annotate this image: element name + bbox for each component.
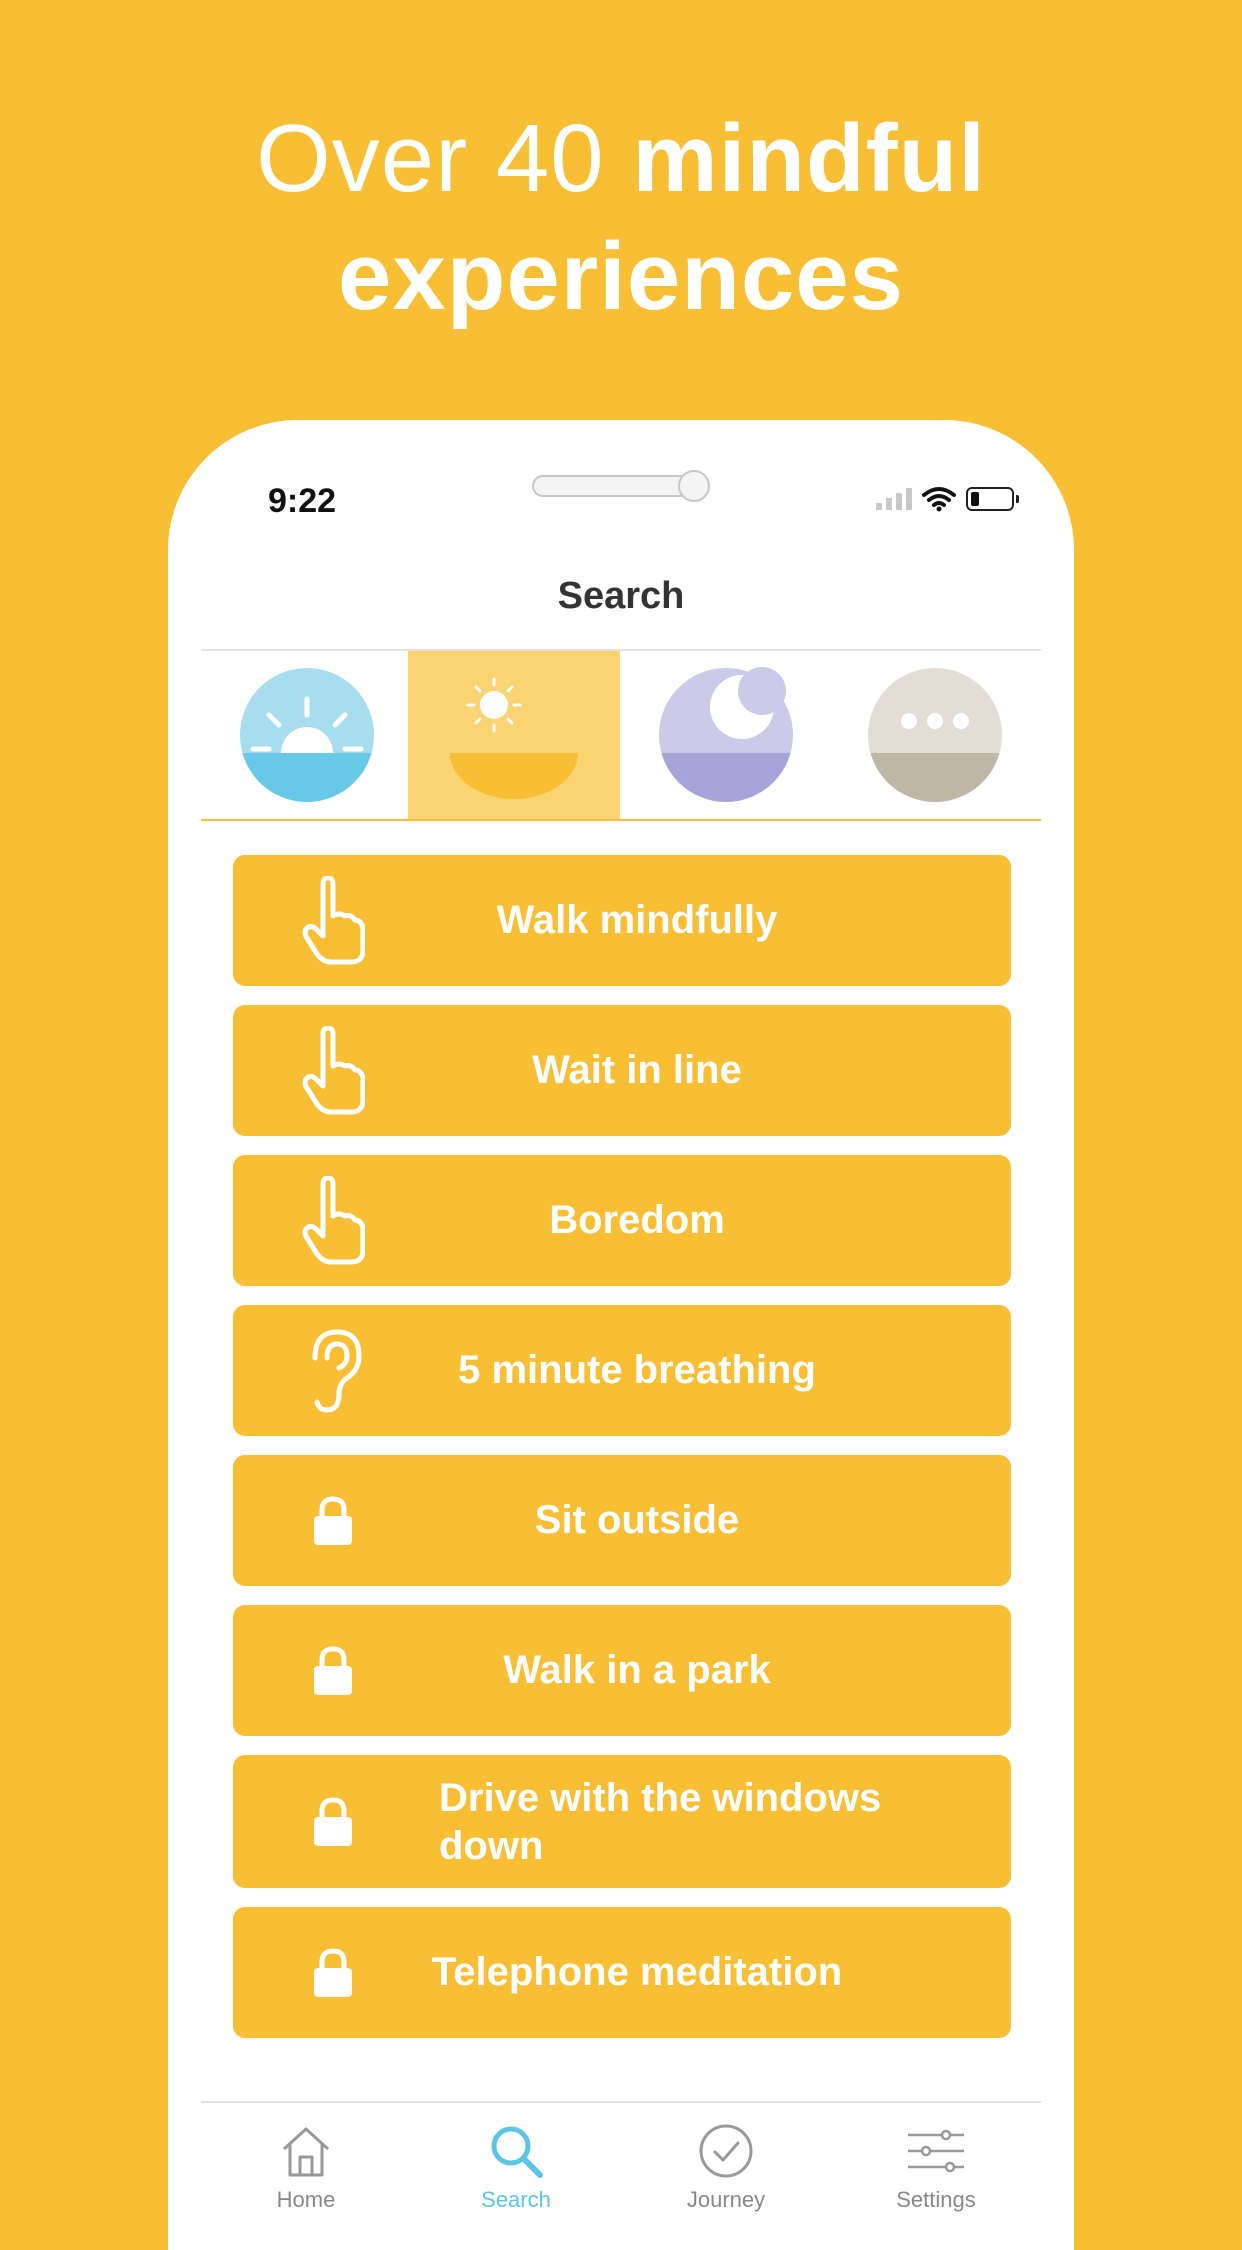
tab-label: Settings xyxy=(896,2187,976,2212)
category-bar xyxy=(201,649,1041,821)
category-morning[interactable] xyxy=(201,651,413,819)
wifi-icon xyxy=(922,487,956,512)
search-icon xyxy=(491,2126,543,2178)
list-item[interactable]: 5 minute breathing xyxy=(233,1305,1011,1436)
list-item[interactable]: Boredom xyxy=(233,1155,1011,1286)
signal-icon xyxy=(876,488,912,510)
moon-icon xyxy=(659,667,793,802)
category-day[interactable] xyxy=(408,651,620,819)
hand-pointer-icon xyxy=(293,1023,373,1119)
tab-settings[interactable]: Settings xyxy=(831,2103,1041,2223)
page-title: Search xyxy=(557,575,685,617)
more-icon xyxy=(868,668,1002,802)
tab-label: Search xyxy=(481,2187,551,2212)
category-more[interactable] xyxy=(829,651,1041,819)
tab-search[interactable]: Search xyxy=(411,2103,621,2223)
lock-icon xyxy=(293,1623,373,1719)
headline-light: Over 40 xyxy=(256,105,633,212)
list-item[interactable]: Drive with the windows down xyxy=(233,1755,1011,1888)
tab-journey[interactable]: Journey xyxy=(621,2103,831,2223)
check-circle-icon xyxy=(699,2124,753,2178)
tab-home[interactable]: Home xyxy=(201,2103,411,2223)
home-icon xyxy=(282,2127,330,2177)
hand-pointer-icon xyxy=(293,873,373,969)
tab-label: Home xyxy=(276,2187,336,2212)
list-item[interactable]: Telephone meditation xyxy=(233,1907,1011,2038)
list-item[interactable]: Sit outside xyxy=(233,1455,1011,1586)
headline: Over 40 mindful experiences xyxy=(0,100,1242,336)
list-item[interactable]: Walk mindfully xyxy=(233,855,1011,986)
category-night[interactable] xyxy=(620,651,832,819)
tab-bar: Home Search Journey Settings xyxy=(201,2101,1041,2223)
lock-icon xyxy=(293,1774,373,1870)
status-icons xyxy=(876,486,1019,512)
tab-label: Journey xyxy=(686,2187,766,2212)
list-item[interactable]: Wait in line xyxy=(233,1005,1011,1136)
speaker-grille xyxy=(532,475,692,497)
lock-icon xyxy=(293,1925,373,2021)
list-item[interactable]: Walk in a park xyxy=(233,1605,1011,1736)
status-time: 9:22 xyxy=(268,482,337,520)
sun-icon xyxy=(450,677,578,799)
sunrise-icon xyxy=(240,668,374,802)
phone-frame: 9:22 Search Walk mindfully Wait in line … xyxy=(168,420,1074,2250)
sliders-icon xyxy=(908,2129,964,2173)
hand-pointer-icon xyxy=(293,1173,373,1269)
lock-icon xyxy=(293,1473,373,1569)
ear-icon xyxy=(293,1323,373,1419)
front-camera xyxy=(678,470,710,502)
battery-icon xyxy=(966,487,1019,511)
